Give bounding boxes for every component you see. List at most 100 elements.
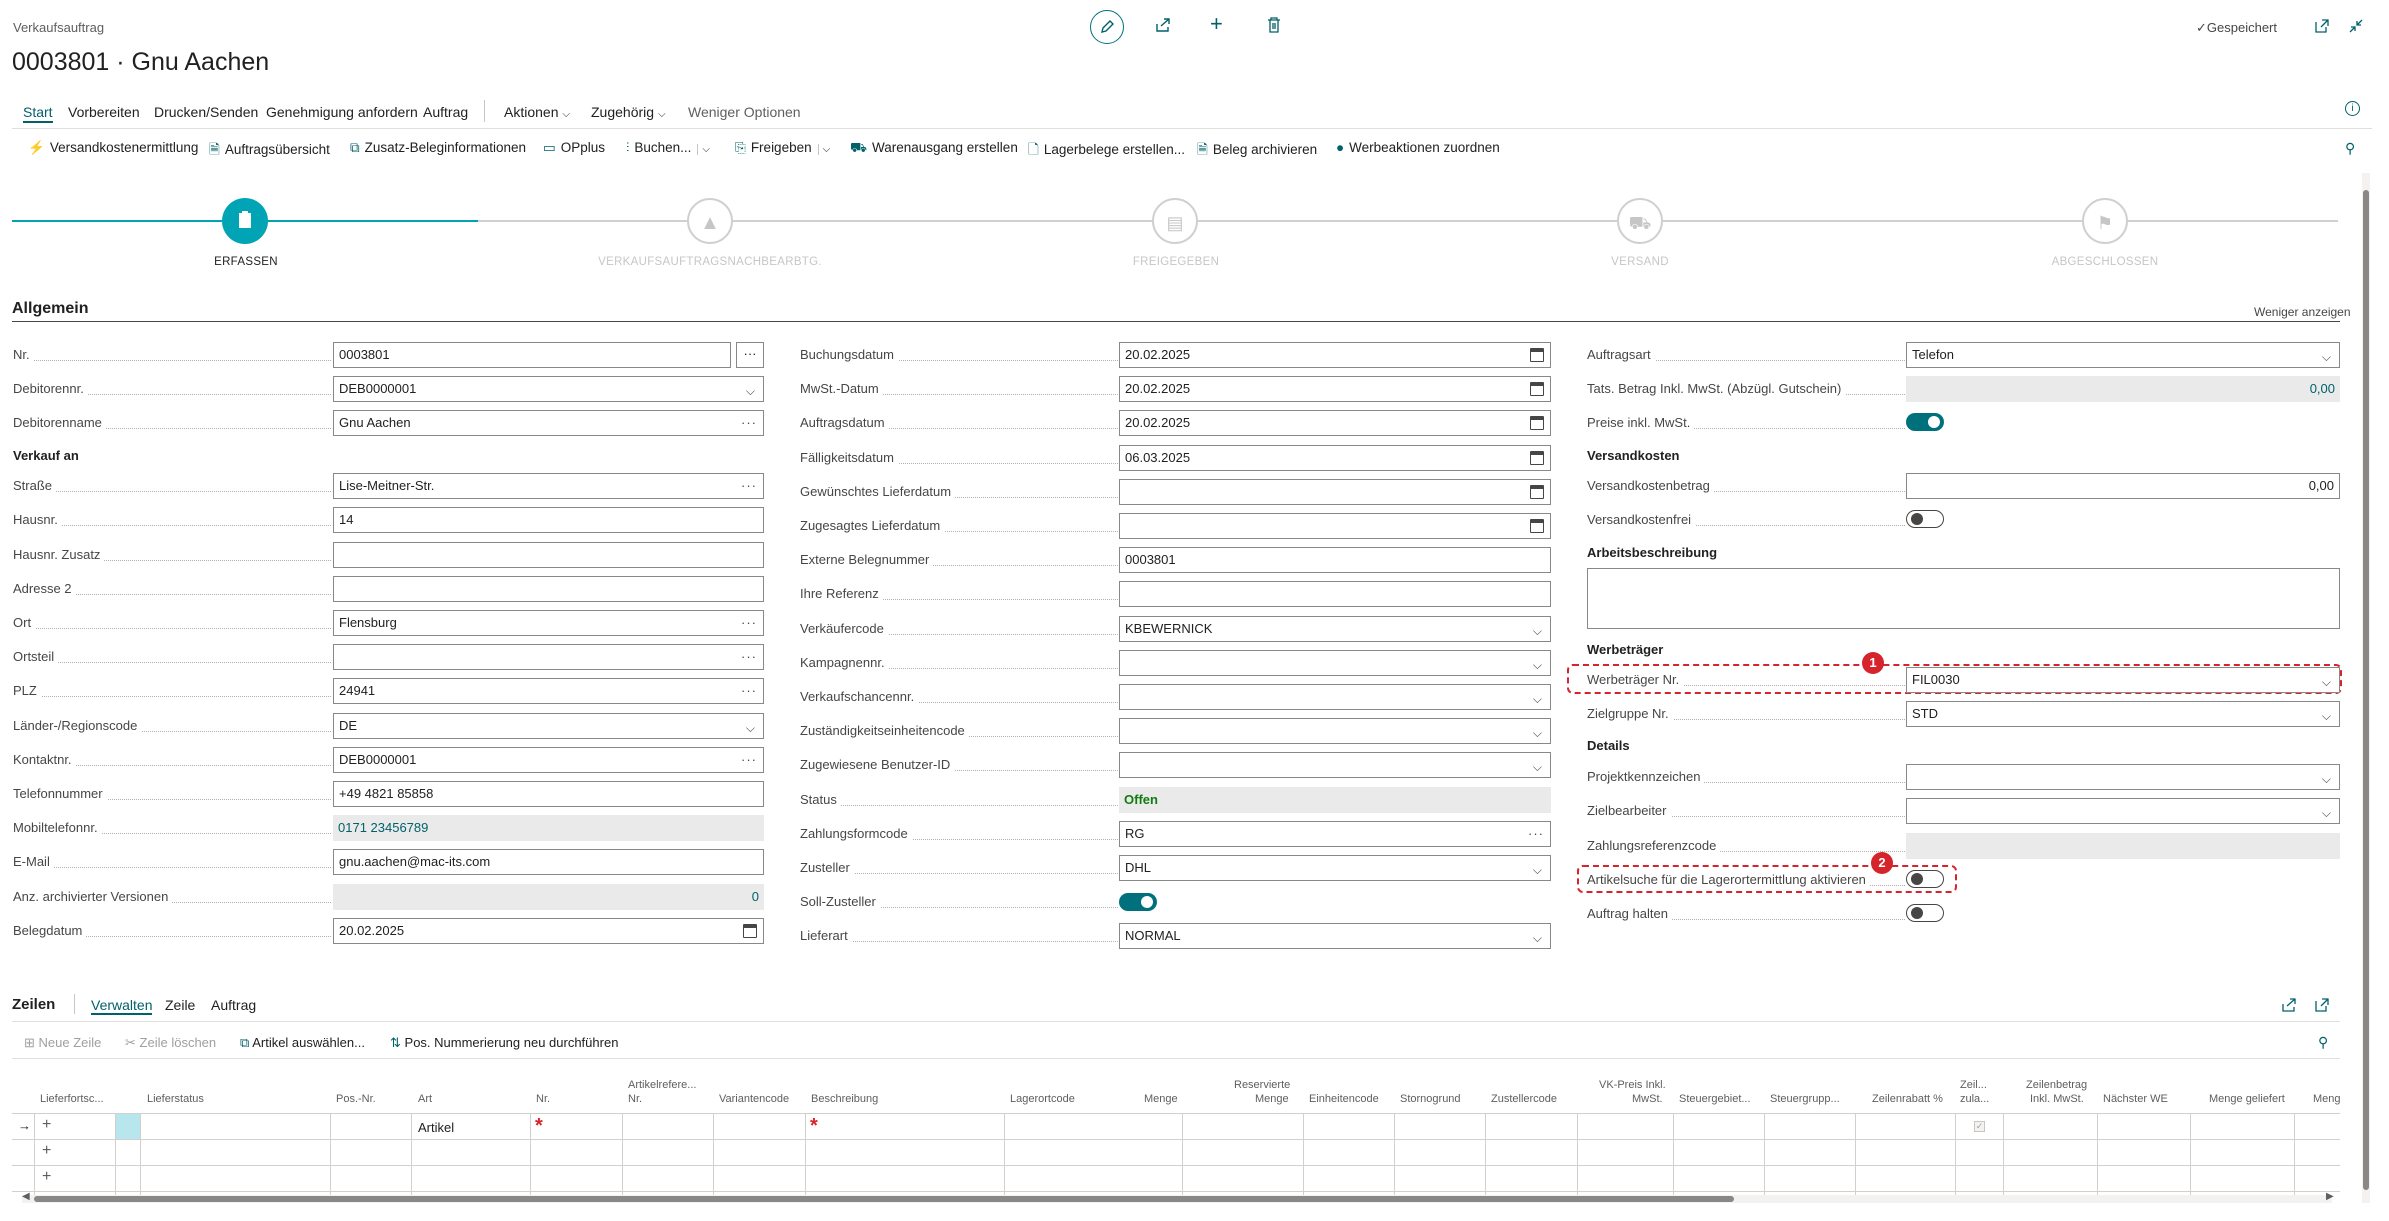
action-artikel-auswaehlen[interactable]: ⧉ Artikel auswählen... [240, 1035, 365, 1051]
col-header[interactable]: Menge [1144, 1093, 1178, 1106]
info-icon[interactable]: i [2345, 101, 2360, 116]
email-field[interactable]: gnu.aachen@mac-its.com [333, 849, 764, 875]
gew-lieferdatum-field[interactable] [1119, 479, 1551, 505]
edit-button[interactable] [1090, 10, 1124, 44]
scroll-right-arrow-icon[interactable]: ▶ [2326, 1191, 2334, 1202]
mobil-link[interactable]: 0171 23456789 [333, 815, 764, 841]
action-buchen[interactable]: ⫶ Buchen... ⌵ [626, 140, 711, 156]
col-header[interactable]: VK-Preis Inkl. [1599, 1079, 1666, 1092]
auftrag-halten-toggle[interactable] [1906, 904, 1944, 922]
buchungsdatum-field[interactable]: 20.02.2025 [1119, 342, 1551, 368]
strasse-field[interactable]: Lise-Meitner-Str. ··· [333, 473, 764, 499]
mwst-datum-field[interactable]: 20.02.2025 [1119, 376, 1551, 402]
verkaeufer-field[interactable]: KBEWERNICK ⌵ [1119, 616, 1551, 642]
tab-drucken-senden[interactable]: Drucken/Senden [154, 104, 258, 120]
action-zeile-loeschen[interactable]: ✂ Zeile löschen [125, 1035, 216, 1051]
col-header[interactable]: Inkl. MwSt. [2030, 1093, 2084, 1106]
show-less-link[interactable]: Weniger anzeigen [2254, 305, 2351, 319]
tab-zeile[interactable]: Zeile [165, 997, 195, 1013]
more-icon[interactable]: ··· [741, 474, 757, 498]
pin-icon[interactable]: ⚲ [2345, 140, 2355, 157]
zielbearbeiter-field[interactable]: ⌵ [1906, 798, 2340, 824]
more-icon[interactable]: ··· [741, 645, 757, 669]
col-header[interactable]: Stornogrund [1400, 1093, 1461, 1106]
calendar-icon[interactable] [1530, 451, 1544, 465]
tab-lines-auftrag[interactable]: Auftrag [211, 997, 256, 1013]
col-header[interactable]: Reservierte [1234, 1079, 1290, 1092]
kampagne-field[interactable]: ⌵ [1119, 650, 1551, 676]
add-row-plus-icon[interactable]: + [42, 1116, 51, 1134]
col-header[interactable]: Zeilenrabatt % [1872, 1093, 1943, 1106]
zug-lieferdatum-field[interactable] [1119, 513, 1551, 539]
col-header[interactable]: Beschreibung [811, 1093, 878, 1106]
action-beleg-archivieren[interactable]: 🗎 Beleg archivieren [1197, 140, 1317, 163]
share-button[interactable] [2281, 997, 2297, 1018]
calendar-icon[interactable] [1530, 416, 1544, 430]
land-field[interactable]: DE ⌵ [333, 713, 764, 739]
archiv-count[interactable]: 0 [333, 884, 764, 910]
more-icon[interactable]: ··· [741, 411, 757, 435]
werbetraeger-nr-field[interactable]: FIL0030 ⌵ [1906, 667, 2340, 693]
benutzer-field[interactable]: ⌵ [1119, 752, 1551, 778]
scroll-left-arrow-icon[interactable]: ◀ [22, 1191, 30, 1202]
scrollbar-thumb[interactable] [2363, 190, 2369, 1190]
col-header[interactable]: Nr. [536, 1093, 550, 1106]
action-auftragsuebersicht[interactable]: 🗎 Auftragsübersicht [209, 140, 330, 163]
versandkostenbetrag-field[interactable]: 0,00 [1906, 473, 2340, 499]
selected-cell[interactable] [116, 1114, 140, 1139]
chevron-down-icon[interactable]: ⌵ [817, 144, 831, 155]
lieferart-field[interactable]: NORMAL ⌵ [1119, 923, 1551, 949]
plz-field[interactable]: 24941 ··· [333, 678, 764, 704]
arbeitsbeschreibung-textarea[interactable] [1587, 568, 2340, 629]
add-row-plus-icon[interactable]: + [42, 1142, 51, 1160]
action-neue-zeile[interactable]: ⊞ Neue Zeile [24, 1035, 101, 1051]
zustaendigkeit-field[interactable]: ⌵ [1119, 718, 1551, 744]
preise-inkl-toggle[interactable] [1906, 413, 1944, 431]
tab-genehmigung[interactable]: Genehmigung anfordern [266, 104, 418, 120]
action-versandkostenermittlung[interactable]: ⚡ Versandkostenermittlung [28, 140, 198, 156]
nr-field[interactable]: 0003801 [333, 342, 731, 368]
cell-art[interactable]: Artikel [418, 1120, 454, 1135]
col-header[interactable]: Lieferstatus [147, 1093, 204, 1106]
auftragsart-field[interactable]: Telefon ⌵ [1906, 342, 2340, 368]
pin-icon[interactable]: ⚲ [2318, 1034, 2328, 1051]
col-header[interactable]: Zustellercode [1491, 1093, 1557, 1106]
adresse2-field[interactable] [333, 576, 764, 602]
col-header[interactable]: Pos.-Nr. [336, 1093, 376, 1106]
add-row-plus-icon[interactable]: + [42, 1168, 51, 1186]
hausnr-zusatz-field[interactable] [333, 542, 764, 568]
ort-field[interactable]: Flensburg ··· [333, 610, 764, 636]
action-opplus[interactable]: ▭ OPplus [543, 140, 605, 156]
col-header[interactable]: Nr. [628, 1093, 642, 1106]
kontaktnr-field[interactable]: DEB0000001 ··· [333, 747, 764, 773]
expand-button[interactable] [2314, 997, 2330, 1018]
tats-betrag-value[interactable]: 0,00 [1906, 376, 2340, 402]
tab-less-options[interactable]: Weniger Optionen [688, 104, 801, 120]
action-werbeaktionen[interactable]: ● Werbeaktionen zuordnen [1336, 140, 1500, 155]
col-header[interactable]: zula... [1960, 1093, 1989, 1106]
more-icon[interactable]: ··· [741, 748, 757, 772]
telefon-field[interactable]: +49 4821 85858 [333, 781, 764, 807]
more-options-button[interactable]: ··· [736, 342, 764, 368]
col-header[interactable]: Steuergrupp... [1770, 1093, 1840, 1106]
zielgruppe-field[interactable]: STD ⌵ [1906, 701, 2340, 727]
col-header[interactable]: Steuergebiet... [1679, 1093, 1751, 1106]
verkaufschance-field[interactable]: ⌵ [1119, 684, 1551, 710]
versandkostenfrei-toggle[interactable] [1906, 510, 1944, 528]
collapse-button[interactable] [2348, 18, 2364, 39]
debitorennr-field[interactable]: DEB0000001 ⌵ [333, 376, 764, 402]
calendar-icon[interactable] [743, 924, 757, 938]
col-header[interactable]: Einheitencode [1309, 1093, 1379, 1106]
col-header[interactable]: Menge geliefert [2209, 1093, 2285, 1106]
scrollbar-thumb[interactable] [34, 1196, 1734, 1202]
zulassen-checkbox[interactable]: ✓ [1974, 1121, 1985, 1132]
chevron-down-icon[interactable]: ⌵ [697, 144, 711, 155]
more-icon[interactable]: ··· [741, 611, 757, 635]
share-button[interactable] [1154, 16, 1172, 39]
more-icon[interactable]: ··· [741, 679, 757, 703]
calendar-icon[interactable] [1530, 348, 1544, 362]
zahlungsform-field[interactable]: RG ··· [1119, 821, 1551, 847]
col-header[interactable]: Art [418, 1093, 432, 1106]
action-freigeben[interactable]: ⎘ Freigeben ⌵ [735, 140, 831, 156]
col-header[interactable]: Nächster WE [2103, 1093, 2168, 1106]
